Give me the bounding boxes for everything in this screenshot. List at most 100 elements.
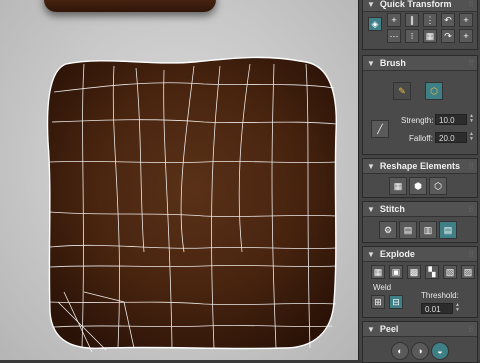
collapse-arrow-icon: ▼ xyxy=(367,161,375,171)
grip-icon: ⠿ xyxy=(468,324,474,334)
collapse-arrow-icon: ▼ xyxy=(367,249,375,259)
rotate-plus-button[interactable]: + xyxy=(459,13,473,27)
line-icon: ╱ xyxy=(377,123,383,134)
relax-grid-button[interactable]: ▦ xyxy=(389,177,407,195)
straighten-icon: ⋮ xyxy=(425,14,435,25)
rollout-peel: ▼ Peel ⠿ ◐ ◑ ◒ xyxy=(362,321,478,363)
threshold-label: Threshold: xyxy=(421,291,459,300)
grip-icon: ⠿ xyxy=(468,58,474,68)
rollout-reshape-elements: ▼ Reshape Elements ⠿ ▦ ⬢ ⬡ xyxy=(362,158,478,198)
rollout-header[interactable]: ▼ Peel ⠿ xyxy=(363,322,477,337)
stitch-target-button[interactable]: ▤ xyxy=(439,221,457,239)
cube-white-icon: ⬡ xyxy=(434,180,442,191)
grip-icon: ⠿ xyxy=(468,204,474,214)
collapse-arrow-icon: ▼ xyxy=(367,324,375,334)
peel-quick-button[interactable]: ◐ xyxy=(391,342,409,360)
explode-pattern-button[interactable]: ▚ xyxy=(425,265,439,279)
uv-viewport[interactable] xyxy=(0,0,358,360)
grid-icon: ▦ xyxy=(425,30,435,41)
align-v-icon: ∥ xyxy=(409,14,415,25)
cube-icon: ⬢ xyxy=(414,180,422,191)
checker-icon: ▚ xyxy=(428,266,436,277)
peel-mode-button[interactable]: ◑ xyxy=(411,342,429,360)
explode-icon: ▣ xyxy=(391,266,401,277)
relax-sphere-button[interactable]: ⬡ xyxy=(429,177,447,195)
rollout-header[interactable]: ▼ Quick Transform ⠿ xyxy=(363,0,477,12)
spinner-arrows-icon[interactable]: ▲ ▼ xyxy=(469,132,474,143)
brush-line-button[interactable]: ╱ xyxy=(371,120,389,138)
rollout-header[interactable]: ▼ Stitch ⠿ xyxy=(363,202,477,217)
explode-smoothing-button[interactable]: ▦ xyxy=(371,265,385,279)
brush-cube-icon: ⬡ xyxy=(430,85,438,96)
rotate-cw-button[interactable]: ↷ xyxy=(441,29,455,43)
align-center-button[interactable]: ◈ xyxy=(368,17,382,31)
peel-icon: ◑ xyxy=(417,346,423,356)
grip-icon: ⠿ xyxy=(468,161,474,171)
explode-break-button[interactable]: ▨ xyxy=(461,265,475,279)
paint-relax-button[interactable]: ✎ xyxy=(393,82,411,100)
threshold-spinner[interactable]: 0.01 xyxy=(421,303,453,314)
spinner-arrows-icon[interactable]: ▲ ▼ xyxy=(469,114,474,125)
rotate-cw-icon: ↷ xyxy=(444,30,452,41)
stitch-average-button[interactable]: ▥ xyxy=(419,221,437,239)
straighten-button[interactable]: ⋮ xyxy=(423,13,437,27)
align-vertical-button[interactable]: ∥ xyxy=(405,13,419,27)
weld-selected-button[interactable]: ⊞ xyxy=(371,295,385,309)
rollout-quick-transform: ▼ Quick Transform ⠿ ◈ + ∥ ⋮ ↶ + ⋯ ⁝ ▦ ↷ … xyxy=(362,0,478,50)
align-center-icon: ◈ xyxy=(371,18,379,29)
rotate-ccw-button[interactable]: ↶ xyxy=(441,13,455,27)
grid-icon: ▦ xyxy=(393,180,403,191)
space-v-icon: ⁝ xyxy=(410,30,414,41)
peel-icon: ◐ xyxy=(397,346,403,356)
rollout-explode: ▼ Explode ⠿ ▦ ▣ ▩ ▚ ▧ ▨ Weld ⊞ ⊟ Thresho… xyxy=(362,246,478,318)
rollout-brush: ▼ Brush ⠿ ✎ ⬡ ╱ Strength: 10.0 ▲ ▼ Fallof… xyxy=(362,55,478,155)
relax-cube-button[interactable]: ⬢ xyxy=(409,177,427,195)
rollout-header[interactable]: ▼ Brush ⠿ xyxy=(363,56,477,71)
paint-brush-button[interactable]: ⬡ xyxy=(425,82,443,100)
weld-icon: ⊟ xyxy=(392,296,400,307)
uv-mesh[interactable] xyxy=(44,52,342,352)
explode-icon: ▩ xyxy=(409,266,419,277)
rollout-title: Reshape Elements xyxy=(379,161,460,171)
rollout-header[interactable]: ▼ Reshape Elements ⠿ xyxy=(363,159,477,174)
stitch-custom-button[interactable]: ⚙ xyxy=(379,221,397,239)
plus-icon: + xyxy=(463,15,469,25)
weld-icon: ⊞ xyxy=(374,296,382,307)
rollout-header[interactable]: ▼ Explode ⠿ xyxy=(363,247,477,262)
collapse-arrow-icon: ▼ xyxy=(367,58,375,68)
toast-shape xyxy=(46,56,337,350)
peel-reset-button[interactable]: ◒ xyxy=(431,342,449,360)
space-h-icon: ⋯ xyxy=(389,30,399,41)
strength-label: Strength: xyxy=(401,116,434,125)
grip-icon: ⠿ xyxy=(468,0,474,9)
align-horizontal-button[interactable]: + xyxy=(387,13,401,27)
space-horizontal-button[interactable]: ⋯ xyxy=(387,29,401,43)
peel-icon: ◒ xyxy=(437,346,443,356)
rollout-title: Peel xyxy=(379,324,399,334)
tool-panel: ▼ Quick Transform ⠿ ◈ + ∥ ⋮ ↶ + ⋯ ⁝ ▦ ↷ … xyxy=(358,0,480,363)
align-h-icon: + xyxy=(391,15,397,25)
grip-icon: ⠿ xyxy=(468,249,474,259)
plus-icon: + xyxy=(463,31,469,41)
stitch-source-button[interactable]: ▤ xyxy=(399,221,417,239)
falloff-label: Falloff: xyxy=(409,134,433,143)
weld-target-button[interactable]: ⊟ xyxy=(389,295,403,309)
explode-material-button[interactable]: ▣ xyxy=(389,265,403,279)
falloff-spinner[interactable]: 20.0 xyxy=(435,132,467,143)
stitch-icon: ▤ xyxy=(443,224,453,235)
explode-flatten-button[interactable]: ▩ xyxy=(407,265,421,279)
toast-top-edge xyxy=(44,0,216,12)
rotate-ccw-icon: ↶ xyxy=(444,14,452,25)
space-vertical-button[interactable]: ⁝ xyxy=(405,29,419,43)
explode-icon: ▧ xyxy=(445,266,455,277)
weld-label: Weld xyxy=(373,283,392,292)
explode-seams-button[interactable]: ▧ xyxy=(443,265,457,279)
rollout-title: Stitch xyxy=(379,204,405,214)
grid-align-button[interactable]: ▦ xyxy=(423,29,437,43)
rotate-extra-button[interactable]: + xyxy=(459,29,473,43)
strength-spinner[interactable]: 10.0 xyxy=(435,114,467,125)
collapse-arrow-icon: ▼ xyxy=(367,0,375,9)
spinner-arrows-icon[interactable]: ▲ ▼ xyxy=(455,303,460,314)
rollout-stitch: ▼ Stitch ⠿ ⚙ ▤ ▥ ▤ xyxy=(362,201,478,243)
stitch-icon: ▤ xyxy=(403,224,413,235)
